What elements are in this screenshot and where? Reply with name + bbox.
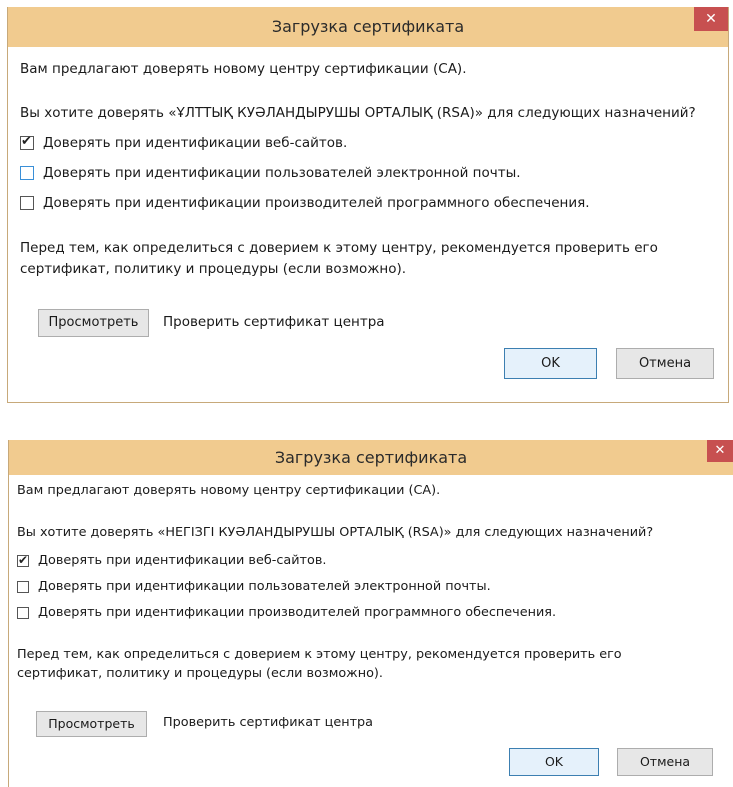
close-icon: ✕ [714, 443, 726, 458]
option-email[interactable]: Доверять при идентификации пользователей… [20, 165, 521, 181]
checkbox-software[interactable] [20, 196, 34, 210]
recommend-text-line2: сертификат, политику и процедуры (если в… [20, 261, 407, 277]
checkbox-websites[interactable] [20, 134, 34, 150]
option-software[interactable]: Доверять при идентификации производителе… [20, 195, 590, 211]
intro-text: Вам предлагают доверять новому центру се… [17, 483, 441, 498]
checkbox-email[interactable] [20, 166, 34, 180]
ok-button[interactable]: OK [504, 348, 597, 379]
option-email[interactable]: Доверять при идентификации пользователей… [17, 579, 491, 594]
view-button[interactable]: Просмотреть [38, 309, 149, 337]
title-bar[interactable]: Загрузка сертификата ✕ [9, 440, 733, 475]
dialog-body: Вам предлагают доверять новому центру се… [9, 475, 733, 787]
option-software-label: Доверять при идентификации производителе… [43, 195, 590, 211]
view-caption: Проверить сертификат центра [163, 715, 374, 730]
certificate-dialog-1: Загрузка сертификата ✕ Вам предлагают до… [7, 7, 729, 403]
question-text: Вы хотите доверять «ҰЛТТЫҚ КУӘЛАНДЫРУШЫ … [20, 105, 696, 121]
ok-button[interactable]: OK [509, 748, 599, 776]
checkbox-email[interactable] [17, 580, 29, 593]
close-icon: ✕ [705, 11, 717, 27]
close-button[interactable]: ✕ [694, 7, 728, 31]
option-email-label: Доверять при идентификации пользователей… [38, 579, 491, 594]
title-bar[interactable]: Загрузка сертификата ✕ [8, 7, 728, 47]
view-caption: Проверить сертификат центра [163, 314, 385, 330]
option-websites[interactable]: Доверять при идентификации веб-сайтов. [20, 134, 348, 151]
recommend-text-line1: Перед тем, как определиться с доверием к… [17, 647, 622, 662]
option-software-label: Доверять при идентификации производителе… [38, 605, 557, 620]
checkbox-software[interactable] [17, 606, 29, 619]
dialog-title: Загрузка сертификата [271, 17, 465, 36]
intro-text: Вам предлагают доверять новому центру се… [20, 61, 467, 77]
option-websites[interactable]: Доверять при идентификации веб-сайтов. [17, 553, 326, 568]
close-button[interactable]: ✕ [707, 440, 733, 462]
certificate-dialog-2: Загрузка сертификата ✕ Вам предлагают до… [8, 440, 733, 787]
dialog-body: Вам предлагают доверять новому центру се… [8, 47, 728, 402]
option-websites-label: Доверять при идентификации веб-сайтов. [38, 553, 327, 568]
checkbox-websites[interactable] [17, 553, 29, 567]
option-software[interactable]: Доверять при идентификации производителе… [17, 605, 556, 620]
option-websites-label: Доверять при идентификации веб-сайтов. [43, 135, 348, 151]
recommend-text-line1: Перед тем, как определиться с доверием к… [20, 240, 658, 256]
question-text: Вы хотите доверять «НЕГІЗГІ КУӘЛАНДЫРУШЫ… [17, 525, 654, 540]
recommend-text-line2: сертификат, политику и процедуры (если в… [17, 666, 383, 681]
option-email-label: Доверять при идентификации пользователей… [43, 165, 521, 181]
dialog-title: Загрузка сертификата [274, 448, 468, 467]
cancel-button[interactable]: Отмена [616, 348, 714, 379]
cancel-button[interactable]: Отмена [617, 748, 713, 776]
view-button[interactable]: Просмотреть [36, 711, 147, 737]
